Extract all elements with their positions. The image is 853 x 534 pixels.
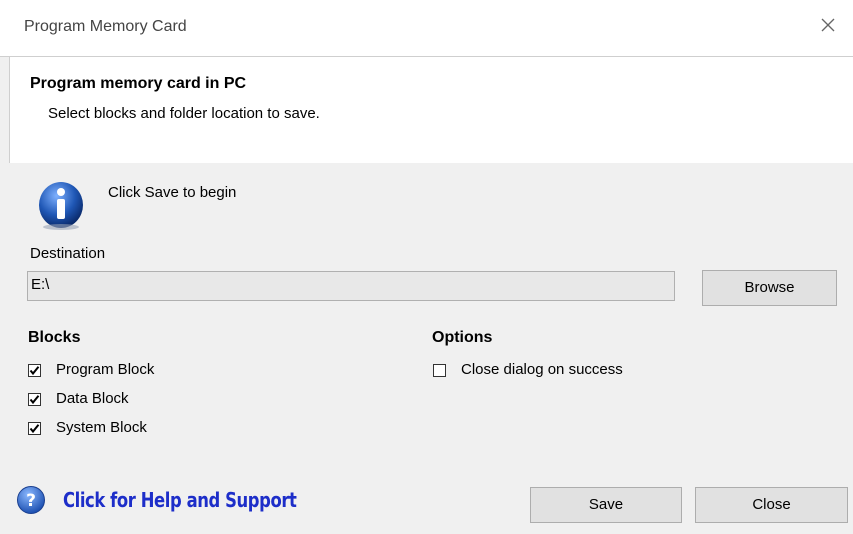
title-bar: Program Memory Card [0, 0, 853, 57]
checkbox-checked-icon [28, 364, 41, 377]
destination-field[interactable]: E:\ [27, 271, 675, 301]
checkbox-unchecked-icon [433, 364, 446, 377]
save-button[interactable]: Save [530, 487, 682, 523]
window-title: Program Memory Card [24, 18, 187, 35]
dialog-header: Program memory card in PC Select blocks … [9, 57, 853, 163]
data-block-checkbox[interactable]: Data Block [28, 390, 198, 412]
help-icon[interactable]: ? [16, 485, 46, 515]
header-subtitle: Select blocks and folder location to sav… [48, 105, 320, 122]
close-icon[interactable] [817, 14, 839, 36]
system-block-checkbox[interactable]: System Block [28, 419, 198, 441]
close-on-success-label: Close dialog on success [461, 361, 623, 378]
destination-label: Destination [30, 245, 106, 262]
data-block-label: Data Block [56, 390, 129, 407]
program-block-label: Program Block [56, 361, 155, 378]
info-icon [34, 177, 88, 231]
close-on-success-checkbox[interactable]: Close dialog on success [433, 361, 663, 383]
browse-button[interactable]: Browse [702, 270, 837, 306]
help-support-link[interactable]: Click for Help and Support [63, 488, 297, 512]
program-block-checkbox[interactable]: Program Block [28, 361, 198, 383]
svg-text:?: ? [26, 491, 36, 511]
close-button[interactable]: Close [695, 487, 848, 523]
header-title: Program memory card in PC [30, 75, 247, 92]
info-message: Click Save to begin [108, 184, 237, 201]
checkbox-checked-icon [28, 422, 41, 435]
system-block-label: System Block [56, 419, 147, 436]
blocks-heading: Blocks [28, 329, 81, 346]
checkbox-checked-icon [28, 393, 41, 406]
options-heading: Options [432, 329, 493, 346]
